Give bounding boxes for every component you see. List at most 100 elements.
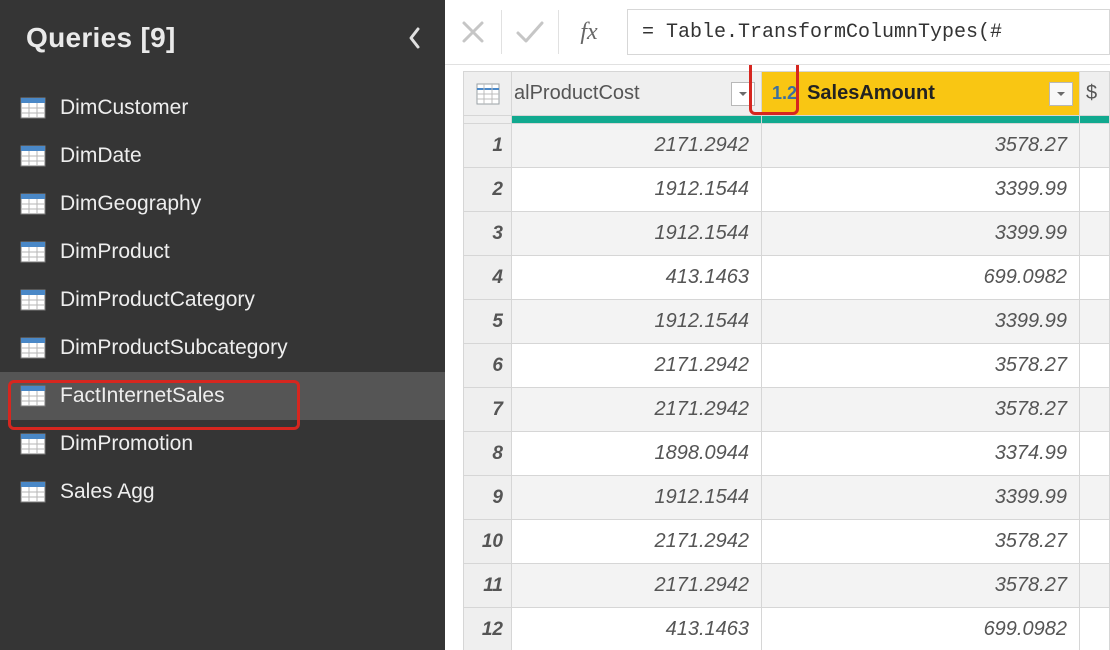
query-item-label: DimProductSubcategory	[60, 336, 288, 360]
column-quality-bar	[464, 116, 1110, 124]
query-item[interactable]: DimProductCategory	[0, 276, 445, 324]
cell-cost[interactable]: 2171.2942	[512, 564, 762, 608]
cell-extra[interactable]	[1079, 476, 1109, 520]
row-number[interactable]: 6	[464, 344, 512, 388]
column-header-extra[interactable]: $	[1079, 72, 1109, 116]
table-row[interactable]: 51912.15443399.99	[464, 300, 1110, 344]
table-icon	[20, 145, 46, 167]
column-header-sales[interactable]: 1.2 SalesAmount	[762, 72, 1080, 116]
formula-bar: fx = Table.TransformColumnTypes(#	[445, 0, 1110, 65]
query-item[interactable]: Sales Agg	[0, 468, 445, 516]
cell-extra[interactable]	[1079, 256, 1109, 300]
row-number[interactable]: 8	[464, 432, 512, 476]
row-number[interactable]: 4	[464, 256, 512, 300]
query-item[interactable]: DimPromotion	[0, 420, 445, 468]
table-icon	[20, 193, 46, 215]
cell-sales[interactable]: 3399.99	[762, 300, 1080, 344]
formula-text: = Table.TransformColumnTypes(#	[642, 21, 1002, 44]
cell-extra[interactable]	[1079, 432, 1109, 476]
row-number[interactable]: 12	[464, 608, 512, 650]
table-icon	[20, 337, 46, 359]
cell-cost[interactable]: 1912.1544	[512, 168, 762, 212]
cell-extra[interactable]	[1079, 388, 1109, 432]
cell-extra[interactable]	[1079, 124, 1109, 168]
cell-sales[interactable]: 3578.27	[762, 564, 1080, 608]
table-row[interactable]: 72171.29423578.27	[464, 388, 1110, 432]
select-all-corner[interactable]	[464, 72, 512, 116]
filter-dropdown-icon[interactable]	[731, 82, 755, 106]
table-icon	[20, 289, 46, 311]
cell-cost[interactable]: 1912.1544	[512, 476, 762, 520]
query-item[interactable]: DimGeography	[0, 180, 445, 228]
cell-cost[interactable]: 2171.2942	[512, 344, 762, 388]
cell-extra[interactable]	[1079, 212, 1109, 256]
row-number[interactable]: 1	[464, 124, 512, 168]
cell-sales[interactable]: 3399.99	[762, 168, 1080, 212]
table-row[interactable]: 81898.09443374.99	[464, 432, 1110, 476]
query-item[interactable]: DimCustomer	[0, 84, 445, 132]
table-icon	[20, 97, 46, 119]
cell-cost[interactable]: 413.1463	[512, 608, 762, 650]
row-number[interactable]: 7	[464, 388, 512, 432]
table-row[interactable]: 12171.29423578.27	[464, 124, 1110, 168]
row-number[interactable]: 5	[464, 300, 512, 344]
cell-cost[interactable]: 1912.1544	[512, 212, 762, 256]
query-item-label: DimProduct	[60, 240, 170, 264]
query-item[interactable]: DimDate	[0, 132, 445, 180]
filter-dropdown-icon[interactable]	[1049, 82, 1073, 106]
column-label-sales: SalesAmount	[807, 82, 1045, 105]
cell-cost[interactable]: 1912.1544	[512, 300, 762, 344]
cell-sales[interactable]: 3578.27	[762, 388, 1080, 432]
cell-cost[interactable]: 413.1463	[512, 256, 762, 300]
cell-cost[interactable]: 2171.2942	[512, 124, 762, 168]
row-number[interactable]: 3	[464, 212, 512, 256]
cell-extra[interactable]	[1079, 608, 1109, 650]
table-row[interactable]: 4413.1463699.0982	[464, 256, 1110, 300]
table-icon	[20, 433, 46, 455]
table-row[interactable]: 21912.15443399.99	[464, 168, 1110, 212]
table-icon	[20, 385, 46, 407]
query-item[interactable]: DimProduct	[0, 228, 445, 276]
table-row[interactable]: 12413.1463699.0982	[464, 608, 1110, 650]
table-row[interactable]: 91912.15443399.99	[464, 476, 1110, 520]
table-row[interactable]: 62171.29423578.27	[464, 344, 1110, 388]
row-number[interactable]: 10	[464, 520, 512, 564]
editor-pane: fx = Table.TransformColumnTypes(#	[445, 0, 1110, 650]
row-number[interactable]: 2	[464, 168, 512, 212]
cancel-formula-button[interactable]	[445, 0, 501, 64]
query-item[interactable]: FactInternetSales	[0, 372, 445, 420]
cell-sales[interactable]: 3399.99	[762, 212, 1080, 256]
table-row[interactable]: 31912.15443399.99	[464, 212, 1110, 256]
confirm-formula-button[interactable]	[502, 0, 558, 64]
formula-input[interactable]: = Table.TransformColumnTypes(#	[627, 9, 1110, 55]
cell-sales[interactable]: 3578.27	[762, 124, 1080, 168]
cell-sales[interactable]: 699.0982	[762, 608, 1080, 650]
cell-extra[interactable]	[1079, 564, 1109, 608]
column-header-cost[interactable]: alProductCost	[512, 72, 762, 116]
cell-cost[interactable]: 2171.2942	[512, 388, 762, 432]
table-row[interactable]: 102171.29423578.27	[464, 520, 1110, 564]
collapse-panel-icon[interactable]	[407, 26, 423, 50]
cell-sales[interactable]: 3374.99	[762, 432, 1080, 476]
queries-sidebar: Queries [9] DimCustomerDimDateDimGeograp…	[0, 0, 445, 650]
query-item-label: DimDate	[60, 144, 142, 168]
cell-extra[interactable]	[1079, 168, 1109, 212]
cell-extra[interactable]	[1079, 344, 1109, 388]
cell-extra[interactable]	[1079, 520, 1109, 564]
table-row[interactable]: 112171.29423578.27	[464, 564, 1110, 608]
query-item-label: FactInternetSales	[60, 384, 225, 408]
cell-sales[interactable]: 3578.27	[762, 344, 1080, 388]
cell-cost[interactable]: 2171.2942	[512, 520, 762, 564]
cell-extra[interactable]	[1079, 300, 1109, 344]
cell-sales[interactable]: 3578.27	[762, 520, 1080, 564]
fx-label[interactable]: fx	[559, 0, 619, 64]
datatype-decimal-icon[interactable]: 1.2	[764, 83, 803, 104]
row-number[interactable]: 9	[464, 476, 512, 520]
cell-cost[interactable]: 1898.0944	[512, 432, 762, 476]
cell-sales[interactable]: 3399.99	[762, 476, 1080, 520]
row-number[interactable]: 11	[464, 564, 512, 608]
table-icon	[20, 481, 46, 503]
queries-list: DimCustomer DimDate DimGeography DimProduct…	[0, 80, 445, 516]
cell-sales[interactable]: 699.0982	[762, 256, 1080, 300]
query-item[interactable]: DimProductSubcategory	[0, 324, 445, 372]
